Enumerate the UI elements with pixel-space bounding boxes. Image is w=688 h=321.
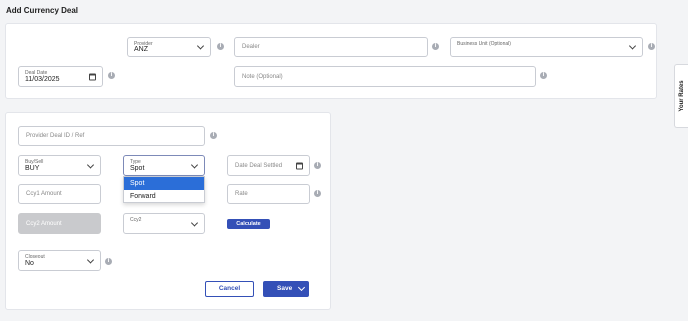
chevron-down-icon [190,218,199,227]
info-icon: i [108,72,115,79]
rate-input[interactable]: Rate [227,184,310,204]
type-dropdown-list: Spot Forward [123,176,205,203]
page-title: Add Currency Deal [6,6,79,15]
ccy2-amount-placeholder: Ccy2 Amount [26,220,62,227]
your-rates-tab[interactable]: Your Rates [674,64,688,128]
ccy1-amount-input[interactable]: Ccy1 Amount [18,184,101,204]
cancel-button[interactable]: Cancel [205,281,254,297]
calendar-icon[interactable] [296,162,303,169]
info-icon: i [432,43,439,50]
ccy1-amount-placeholder: Ccy1 Amount [26,191,62,197]
business-unit-label: Business Unit (Optional) [457,41,511,47]
info-icon: i [217,43,224,50]
info-icon: i [105,258,112,265]
dealer-placeholder: Dealer [242,44,260,50]
info-icon: i [314,162,321,169]
provider-select[interactable]: Provider ANZ [127,37,211,57]
ccy2-label: Ccy2 [130,217,142,223]
chevron-down-icon [628,42,637,50]
chevron-down-icon [86,160,95,169]
rate-placeholder: Rate [235,191,248,197]
save-button[interactable]: Save [263,281,309,297]
info-icon: i [314,190,321,197]
ccy2-select[interactable]: Ccy2 [123,213,205,234]
ccy2-amount-input: Ccy2 Amount [18,213,101,234]
deal-date-input[interactable]: Deal Date 11/03/2025 [18,66,103,87]
provider-deal-id-input[interactable]: Provider Deal ID / Ref [18,126,205,146]
info-icon: i [648,43,655,50]
note-input[interactable]: Note (Optional) [234,66,536,87]
note-placeholder: Note (Optional) [242,73,283,80]
deal-header-card [5,23,657,99]
closeout-select[interactable]: Closeout No [18,250,101,271]
date-deal-settled-placeholder: Date Deal Settled [235,162,283,169]
your-rates-label: Your Rates [678,80,685,112]
type-option-spot[interactable]: Spot [124,177,204,190]
calendar-icon[interactable] [89,73,96,80]
save-label: Save [277,285,293,292]
calculate-button[interactable]: Calculate [227,219,270,229]
closeout-value: No [25,260,34,267]
info-icon: i [540,72,547,79]
buy-sell-value: BUY [25,165,40,172]
date-deal-settled-input[interactable]: Date Deal Settled [227,155,310,176]
chevron-down-icon [196,42,205,50]
provider-value: ANZ [134,46,148,53]
info-icon: i [210,132,217,139]
provider-deal-id-placeholder: Provider Deal ID / Ref [26,133,85,139]
business-unit-select[interactable]: Business Unit (Optional) [450,37,643,57]
type-select[interactable]: Type Spot [123,155,205,176]
chevron-down-icon [86,255,95,264]
chevron-down-icon [190,160,199,169]
buy-sell-select[interactable]: Buy/Sell BUY [18,155,101,176]
dealer-input[interactable]: Dealer [234,37,428,57]
type-value: Spot [130,165,145,172]
type-option-forward[interactable]: Forward [124,190,204,203]
save-options-chevron-icon[interactable] [297,283,306,292]
deal-date-value: 11/03/2025 [25,76,60,83]
